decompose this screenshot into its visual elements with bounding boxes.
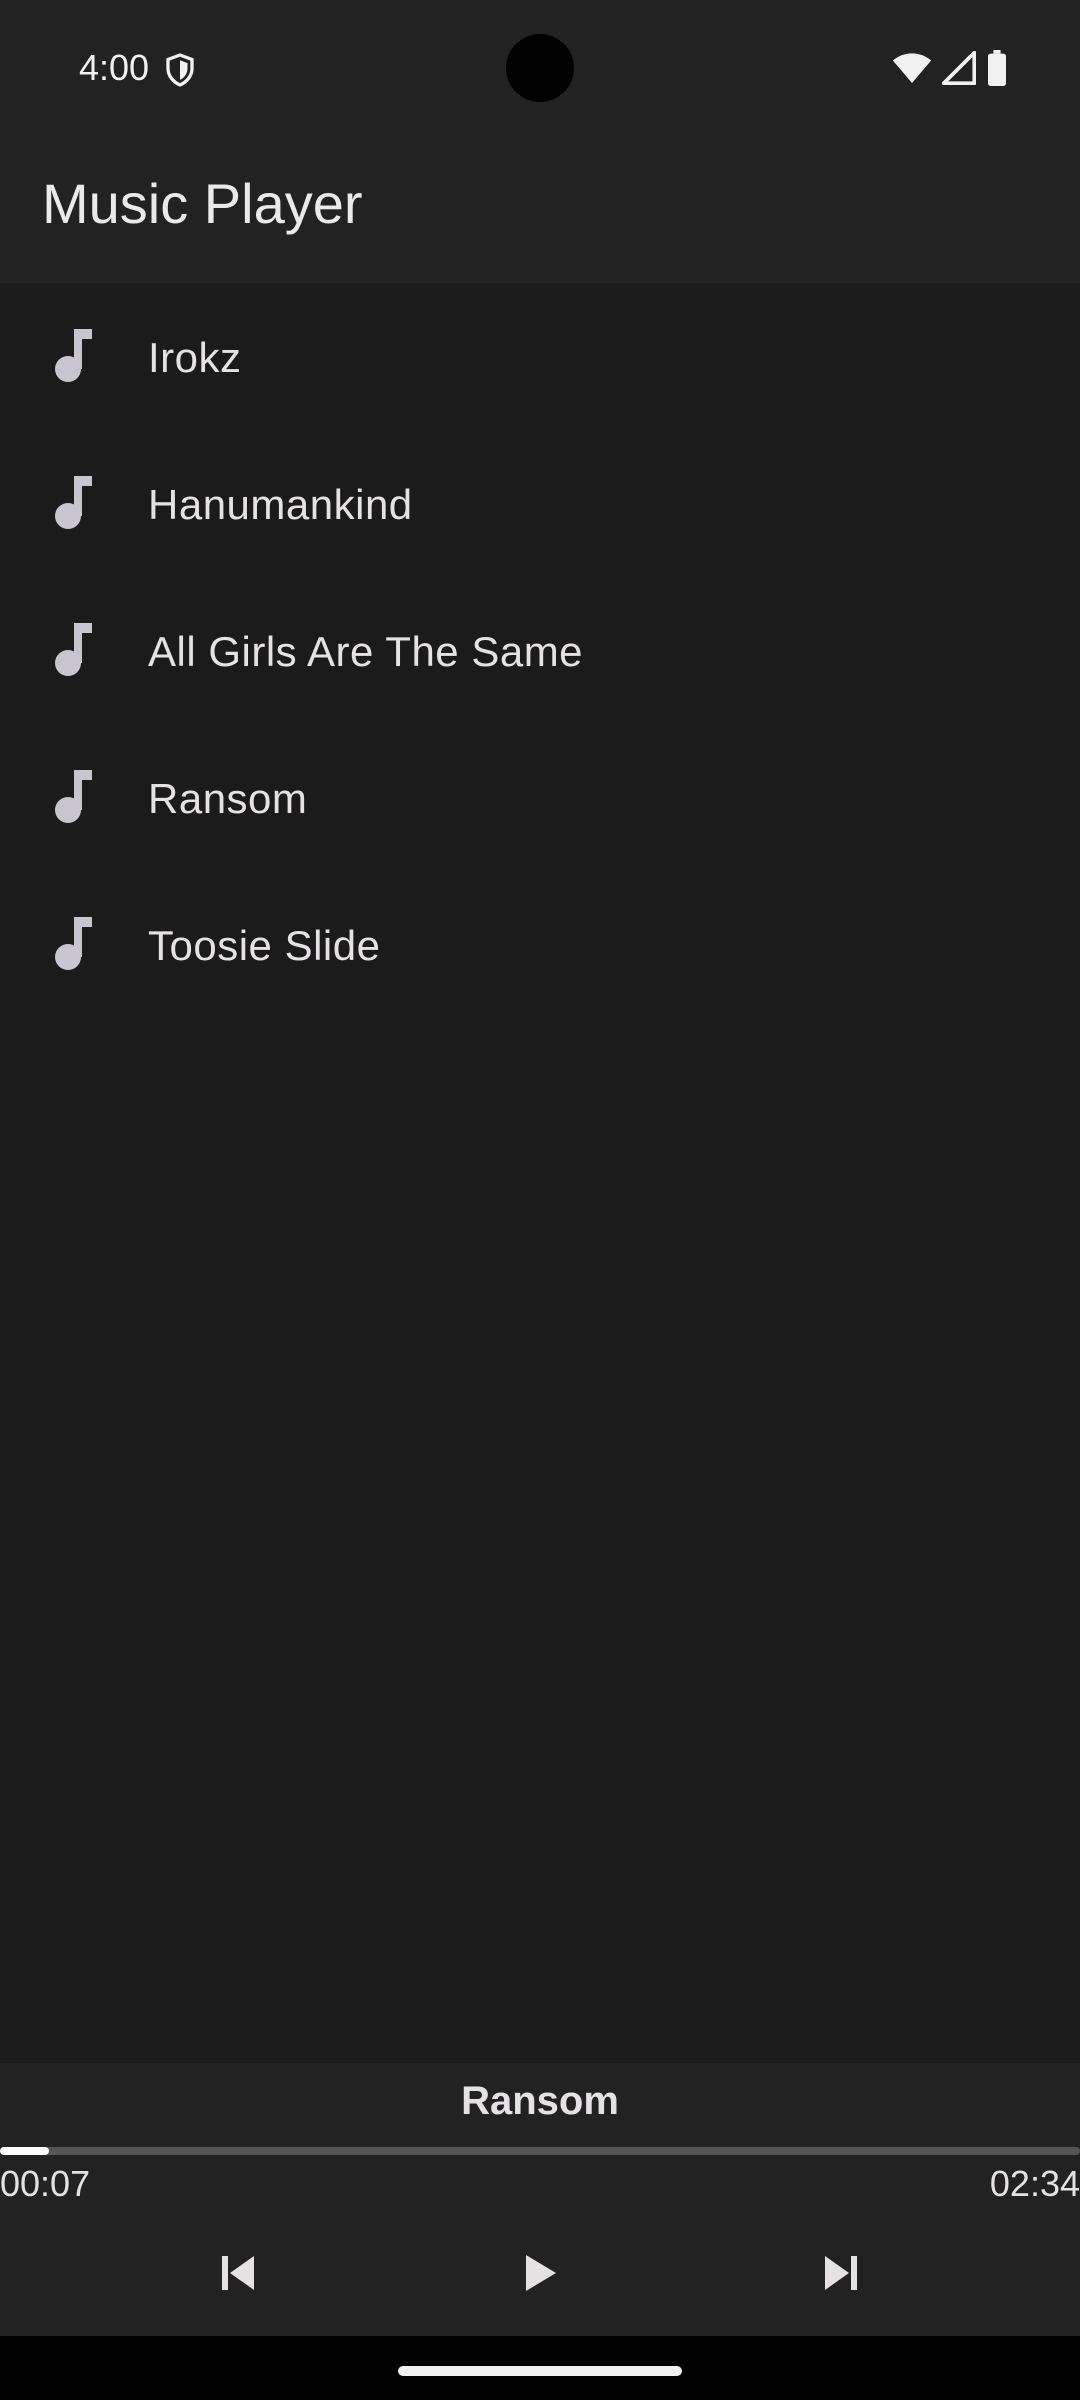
song-title: Ransom [148,775,308,822]
app-bar: Music Player [0,135,1080,283]
total-time: 02:34 [989,2163,1080,2204]
progress-fill [0,2147,49,2155]
music-note-icon [55,476,92,529]
song-list-item[interactable]: Ransom [0,724,1080,871]
wifi-icon [892,53,932,83]
song-list-item[interactable]: Irokz [0,283,1080,430]
song-list-item[interactable]: Hanumankind [0,430,1080,577]
battery-icon [988,50,1006,86]
song-list-item[interactable]: Toosie Slide [0,871,1080,1018]
player-panel: Ransom 00:07 02:34 [0,2063,1080,2336]
play-icon [526,2255,556,2291]
navigation-bar [0,2336,1080,2400]
status-bar: 4:00 [0,0,1080,135]
music-note-icon [55,770,92,823]
play-button[interactable] [500,2233,580,2313]
music-note-icon [55,623,92,676]
skip-previous-icon [222,2256,254,2290]
cell-signal-icon [942,51,976,85]
status-icons [892,50,1008,86]
screen: 4:00 Music Player Irokz Hanumankind All … [0,0,1080,2400]
music-note-icon [55,917,92,970]
song-title: Irokz [148,334,242,381]
home-gesture-handle[interactable] [398,2366,682,2376]
app-title: Music Player [42,172,363,235]
skip-previous-button[interactable] [198,2233,278,2313]
skip-next-button[interactable] [801,2233,881,2313]
song-list: Irokz Hanumankind All Girls Are The Same [0,283,1080,1018]
camera-cutout [506,34,574,102]
music-note-icon [55,329,92,382]
shield-icon [166,53,194,87]
status-time: 4:00 [79,47,150,88]
now-playing-title: Ransom [461,2079,619,2123]
current-time: 00:07 [0,2163,91,2204]
skip-next-icon [825,2256,857,2290]
progress-bar[interactable] [0,2147,1080,2155]
song-title: Hanumankind [148,481,413,528]
song-title: Toosie Slide [148,922,381,969]
song-list-item[interactable]: All Girls Are The Same [0,577,1080,724]
song-title: All Girls Are The Same [148,628,584,675]
